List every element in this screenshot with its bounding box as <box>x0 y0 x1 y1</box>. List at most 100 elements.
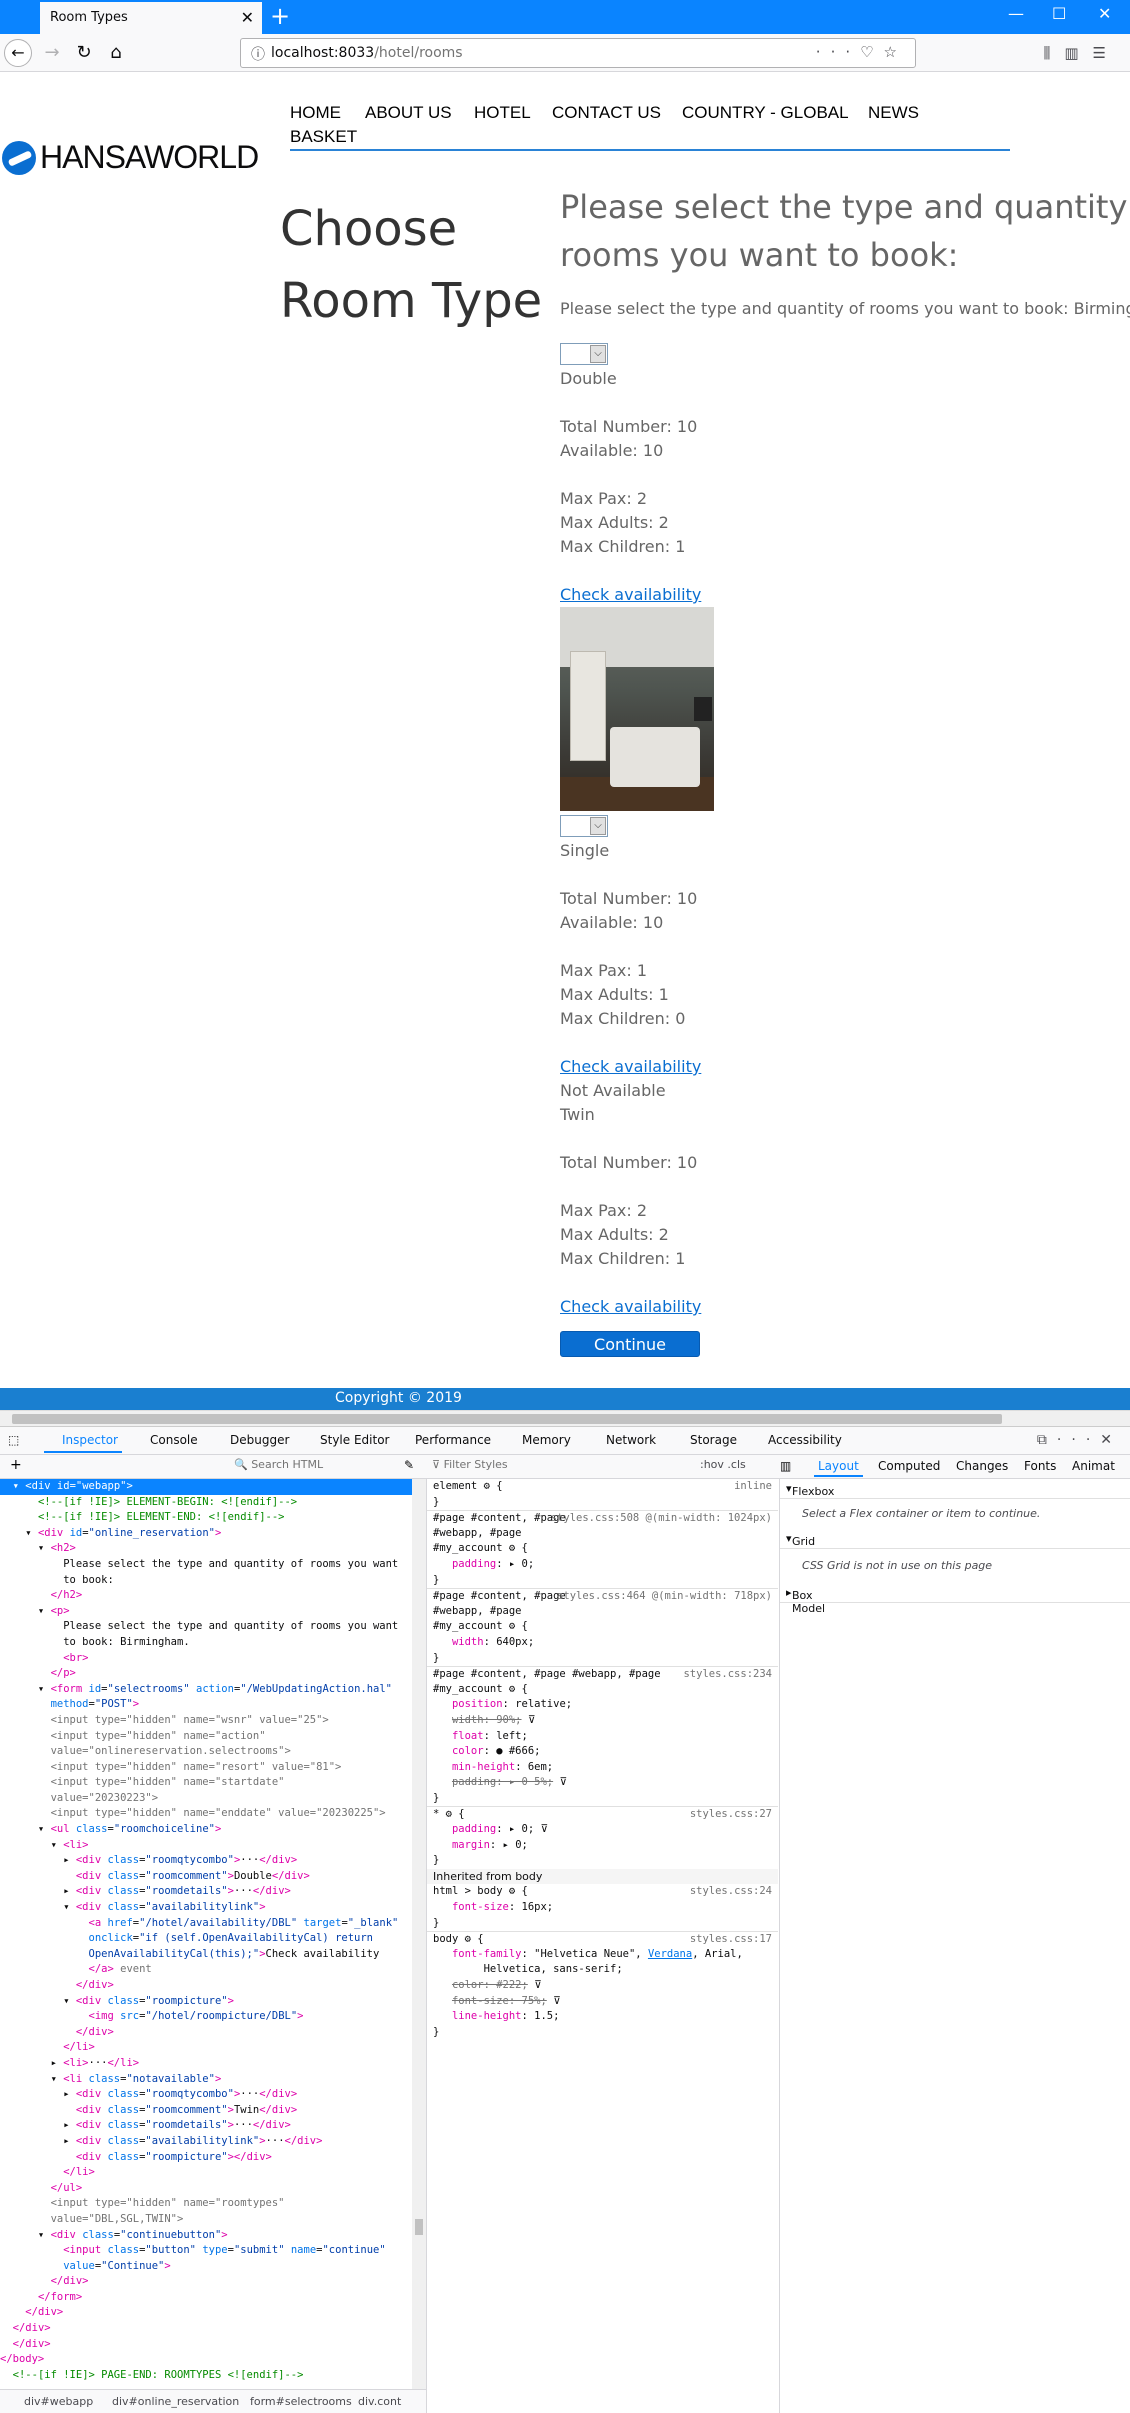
markup-line[interactable]: <input class="button" type="submit" name… <box>0 2243 412 2259</box>
rule-line[interactable]: #my_account ⚙ { <box>427 1541 778 1557</box>
filter-styles-input[interactable]: ⊽ Filter Styles <box>432 1458 682 1476</box>
close-window-icon[interactable]: ✕ <box>1098 4 1111 23</box>
check-availability-link[interactable]: Check availability <box>560 1295 1130 1319</box>
tab-performance[interactable]: Performance <box>415 1433 491 1447</box>
markup-line[interactable]: </div> <box>0 1978 412 1994</box>
tab-storage[interactable]: Storage <box>690 1433 737 1447</box>
markup-line[interactable]: ▸ <div class="roomdetails">···</div> <box>0 1884 412 1900</box>
markup-line[interactable]: <a href="/hotel/availability/DBL" target… <box>0 1916 412 1932</box>
menu-item-country[interactable]: COUNTRY - GLOBAL <box>682 103 849 123</box>
markup-line[interactable]: <div class="roomcomment">Twin</div> <box>0 2103 412 2119</box>
markup-line[interactable]: ▾ <div class="roompicture"> <box>0 1994 412 2010</box>
markup-line[interactable]: </form> <box>0 2290 412 2306</box>
markup-line[interactable]: ▾ <h2> <box>0 1541 412 1557</box>
rule-line[interactable]: #webapp, #page <box>427 1604 778 1620</box>
rule-line[interactable]: } <box>427 1916 778 1932</box>
markup-line[interactable]: method="POST"> <box>0 1697 412 1713</box>
grid-section[interactable]: ▾ Grid <box>780 1529 1130 1549</box>
markup-line[interactable]: </p> <box>0 1666 412 1682</box>
rule-line[interactable]: * ⚙ {styles.css:27 <box>427 1806 778 1822</box>
rule-line[interactable]: } <box>427 1573 778 1589</box>
markup-line[interactable]: </div> <box>0 2274 412 2290</box>
menu-item-basket[interactable]: BASKET <box>290 127 357 147</box>
rule-line[interactable]: } <box>427 1853 778 1869</box>
maximize-icon[interactable]: ☐ <box>1052 4 1066 23</box>
markup-line[interactable]: </a> event <box>0 1962 412 1978</box>
search-html-input[interactable]: 🔍 Search HTML <box>234 1458 394 1476</box>
markup-line[interactable]: <input type="hidden" name="enddate" valu… <box>0 1806 412 1822</box>
rule-line[interactable]: #webapp, #page <box>427 1526 778 1542</box>
rule-line[interactable]: html > body ⚙ {styles.css:24 <box>427 1884 778 1900</box>
tab-layout[interactable]: Layout <box>814 1459 863 1477</box>
breadcrumb-item[interactable]: form#selectrooms <box>250 2395 352 2408</box>
markup-line[interactable]: <!--[if !IE]> ELEMENT-END: <![endif]--> <box>0 1510 412 1526</box>
tab-accessibility[interactable]: Accessibility <box>768 1433 842 1447</box>
rule-line[interactable]: } <box>427 1495 778 1511</box>
rule-line[interactable]: } <box>427 1651 778 1667</box>
markup-line[interactable]: </div> <box>0 2321 412 2337</box>
markup-line[interactable]: <img src="/hotel/roompicture/DBL"> <box>0 2009 412 2025</box>
rule-line[interactable]: #page #content, #page styles.css:508 @(mi… <box>427 1510 778 1526</box>
check-availability-link[interactable]: Check availability <box>560 1055 1130 1079</box>
markup-line[interactable]: ▸ <div class="availabilitylink">···</div… <box>0 2134 412 2150</box>
rule-line[interactable]: #my_account ⚙ { <box>427 1682 778 1698</box>
rule-line[interactable]: color: ● #666; <box>427 1744 778 1760</box>
markup-line[interactable]: OpenAvailabilityCal(this);">Check availa… <box>0 1947 412 1963</box>
rule-line[interactable]: line-height: 1.5; <box>427 2009 778 2025</box>
markup-line[interactable]: </ul> <box>0 2181 412 2197</box>
markup-line[interactable]: ▸ <div class="roomqtycombo">···</div> <box>0 2087 412 2103</box>
markup-line[interactable]: ▾ <li> <box>0 1838 412 1854</box>
breadcrumb-item[interactable]: div.cont <box>358 2395 401 2408</box>
markup-line[interactable]: ▾ <ul class="roomchoiceline"> <box>0 1822 412 1838</box>
markup-line[interactable]: ▾ <form id="selectrooms" action="/WebUpd… <box>0 1682 412 1698</box>
tab-close-icon[interactable]: ✕ <box>241 8 254 27</box>
markup-line[interactable]: <input type="hidden" name="resort" value… <box>0 1760 412 1776</box>
markup-line[interactable]: value="onlinereservation.selectrooms"> <box>0 1744 412 1760</box>
forward-icon[interactable]: → <box>38 39 66 67</box>
markup-line[interactable]: <input type="hidden" name="action" <box>0 1729 412 1745</box>
tab-console[interactable]: Console <box>150 1433 198 1447</box>
markup-line[interactable]: value="Continue"> <box>0 2259 412 2275</box>
markup-line[interactable]: ▾ <div id="online_reservation"> <box>0 1526 412 1542</box>
markup-line[interactable]: Please select the type and quantity of r… <box>0 1557 412 1573</box>
menu-item-home[interactable]: HOME <box>290 103 341 123</box>
flexbox-section[interactable]: ▾ Flexbox <box>780 1479 1130 1499</box>
horizontal-scrollbar[interactable] <box>0 1410 1130 1426</box>
markup-line[interactable]: <div class="roomcomment">Double</div> <box>0 1869 412 1885</box>
markup-line[interactable]: value="20230223"> <box>0 1791 412 1807</box>
rules-view[interactable]: element ⚙ {inline } #page #content, #pag… <box>426 1479 778 2413</box>
tab-animations[interactable]: Animat <box>1072 1459 1115 1473</box>
rule-line[interactable]: #my_account ⚙ { <box>427 1619 778 1635</box>
markup-line[interactable]: ▾ <div class="continuebutton"> <box>0 2228 412 2244</box>
rule-line[interactable]: min-height: 6em; <box>427 1760 778 1776</box>
rule-line[interactable]: Helvetica, sans-serif; <box>427 1962 778 1978</box>
markup-line-selected[interactable]: ▾ <div id="webapp"> <box>0 1479 412 1495</box>
rule-line[interactable]: position: relative; <box>427 1697 778 1713</box>
pick-element-icon[interactable]: ⬚ <box>8 1433 19 1447</box>
home-icon[interactable]: ⌂ <box>102 39 130 67</box>
check-availability-link[interactable]: Check availability <box>560 583 1130 607</box>
rule-line[interactable]: float: left; <box>427 1729 778 1745</box>
rule-line[interactable]: font-family: "Helvetica Neue", Verdana, … <box>427 1947 778 1963</box>
minimize-icon[interactable]: — <box>1008 4 1024 23</box>
menu-item-contact[interactable]: CONTACT US <box>552 103 661 123</box>
sidebar-toggle-icon[interactable]: ▥ <box>780 1459 791 1473</box>
rule-line[interactable]: padding: ▸ 0; ⊽ <box>427 1822 778 1838</box>
reload-icon[interactable]: ↻ <box>70 39 98 67</box>
markup-line[interactable]: </body> <box>0 2352 412 2368</box>
menu-item-hotel[interactable]: HOTEL <box>474 103 531 123</box>
breadcrumb-item[interactable]: div#webapp <box>24 2395 93 2408</box>
markup-scrollbar[interactable] <box>412 1479 426 2389</box>
markup-line[interactable]: </li> <box>0 2040 412 2056</box>
markup-line[interactable]: </div> <box>0 2305 412 2321</box>
continue-button[interactable]: Continue <box>560 1331 700 1357</box>
tab-changes[interactable]: Changes <box>956 1459 1008 1473</box>
tab-debugger[interactable]: Debugger <box>230 1433 289 1447</box>
rule-line[interactable]: #page #content, #page styles.css:464 @(mi… <box>427 1588 778 1604</box>
markup-line[interactable]: ▸ <div class="roomqtycombo">···</div> <box>0 1853 412 1869</box>
markup-line[interactable]: onclick="if (self.OpenAvailabilityCal) r… <box>0 1931 412 1947</box>
url-bar[interactable]: ⓘ localhost:8033/hotel/rooms ···♡☆ <box>240 38 916 68</box>
page-actions-icon[interactable]: ···♡☆ <box>816 43 907 61</box>
scrollbar-thumb[interactable] <box>415 2219 423 2235</box>
pseudo-toggles[interactable]: :hov .cls <box>700 1458 746 1471</box>
